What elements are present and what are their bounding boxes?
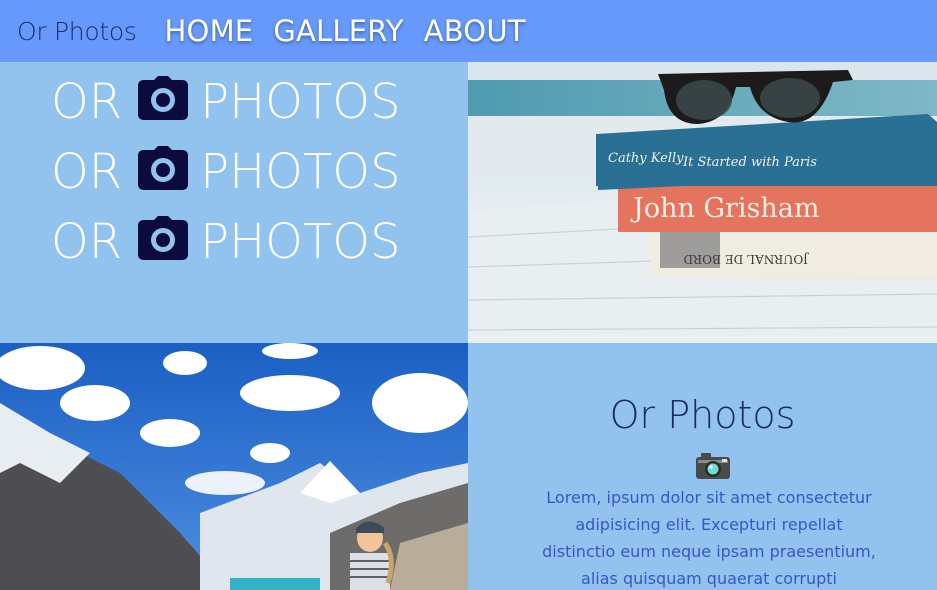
hero-line: OR PHOTOS	[51, 76, 401, 128]
brand-logo[interactable]: Or Photos	[17, 17, 137, 46]
books-photo: JOURNAL DE BORD John Grisham Cathy Kelly…	[468, 62, 937, 343]
about-title: Or Photos	[609, 393, 796, 437]
hero-line: OR PHOTOS	[51, 146, 401, 198]
navbar: Or Photos HOME GALLERY ABOUT	[0, 0, 937, 62]
hero-word-or: OR	[51, 144, 123, 200]
nav-link-about[interactable]: ABOUT	[424, 14, 526, 48]
camera-icon	[138, 76, 189, 128]
camera-emoji-icon	[695, 452, 731, 484]
book-spine-text: Cathy Kelly	[608, 151, 684, 166]
hero-panel: OR PHOTOS OR PHOTOS OR PHOTOS	[0, 62, 468, 343]
mountain-photo	[0, 343, 468, 590]
nav-link-gallery[interactable]: GALLERY	[273, 14, 403, 48]
hero-word-or: OR	[51, 214, 123, 270]
about-card: Or Photos Lorem, ipsum dolor sit amet co…	[468, 343, 937, 590]
camera-icon	[138, 146, 189, 198]
hero-word-photos: PHOTOS	[200, 74, 401, 130]
book-spine-text: John Grisham	[630, 193, 820, 224]
nav-link-home[interactable]: HOME	[165, 14, 254, 48]
hero-word-or: OR	[51, 74, 123, 130]
book-spine-text: JOURNAL DE BORD	[684, 252, 810, 266]
book-spine-text: It Started with Paris	[682, 155, 817, 170]
camera-icon	[138, 216, 189, 268]
about-description: Lorem, ipsum dolor sit amet consectetur …	[542, 488, 876, 588]
hero-line: OR PHOTOS	[51, 216, 401, 268]
nav-links: HOME GALLERY ABOUT	[165, 14, 526, 48]
hero-word-photos: PHOTOS	[200, 144, 401, 200]
hero-word-photos: PHOTOS	[200, 214, 401, 270]
